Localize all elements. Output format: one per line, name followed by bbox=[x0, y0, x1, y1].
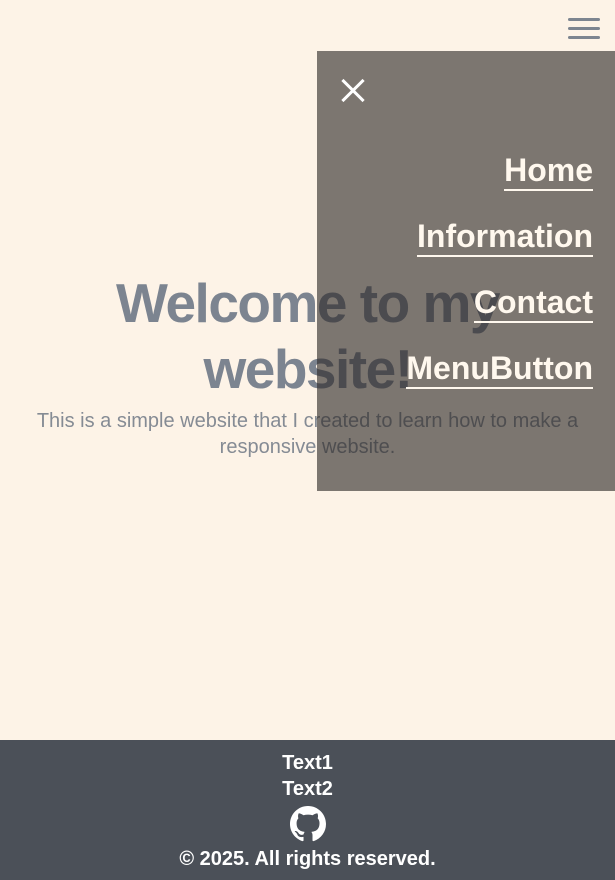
footer-text-1: Text1 bbox=[282, 752, 333, 774]
menu-link-contact[interactable]: Contact bbox=[473, 283, 593, 323]
copyright-text: © 2025. All rights reserved. bbox=[179, 848, 436, 870]
menu-item-contact: Contact bbox=[406, 283, 593, 323]
hamburger-menu-icon[interactable] bbox=[568, 17, 600, 43]
hamburger-line bbox=[568, 27, 600, 30]
menu-link-information[interactable]: Information bbox=[417, 217, 593, 257]
hamburger-line bbox=[568, 18, 600, 21]
menu-item-information: Information bbox=[406, 217, 593, 257]
side-menu: Home Information Contact MenuButton bbox=[317, 51, 615, 491]
footer-text-2: Text2 bbox=[282, 778, 333, 800]
hamburger-line bbox=[568, 36, 600, 39]
footer: Text1 Text2 © 2025. All rights reserved. bbox=[0, 740, 615, 880]
github-icon[interactable] bbox=[289, 806, 326, 842]
menu-list: Home Information Contact MenuButton bbox=[406, 151, 593, 415]
menu-link-home[interactable]: Home bbox=[504, 151, 593, 191]
menu-link-menubutton[interactable]: MenuButton bbox=[406, 349, 593, 389]
menu-item-menubutton: MenuButton bbox=[406, 349, 593, 389]
close-icon[interactable] bbox=[339, 77, 367, 105]
menu-item-home: Home bbox=[406, 151, 593, 191]
